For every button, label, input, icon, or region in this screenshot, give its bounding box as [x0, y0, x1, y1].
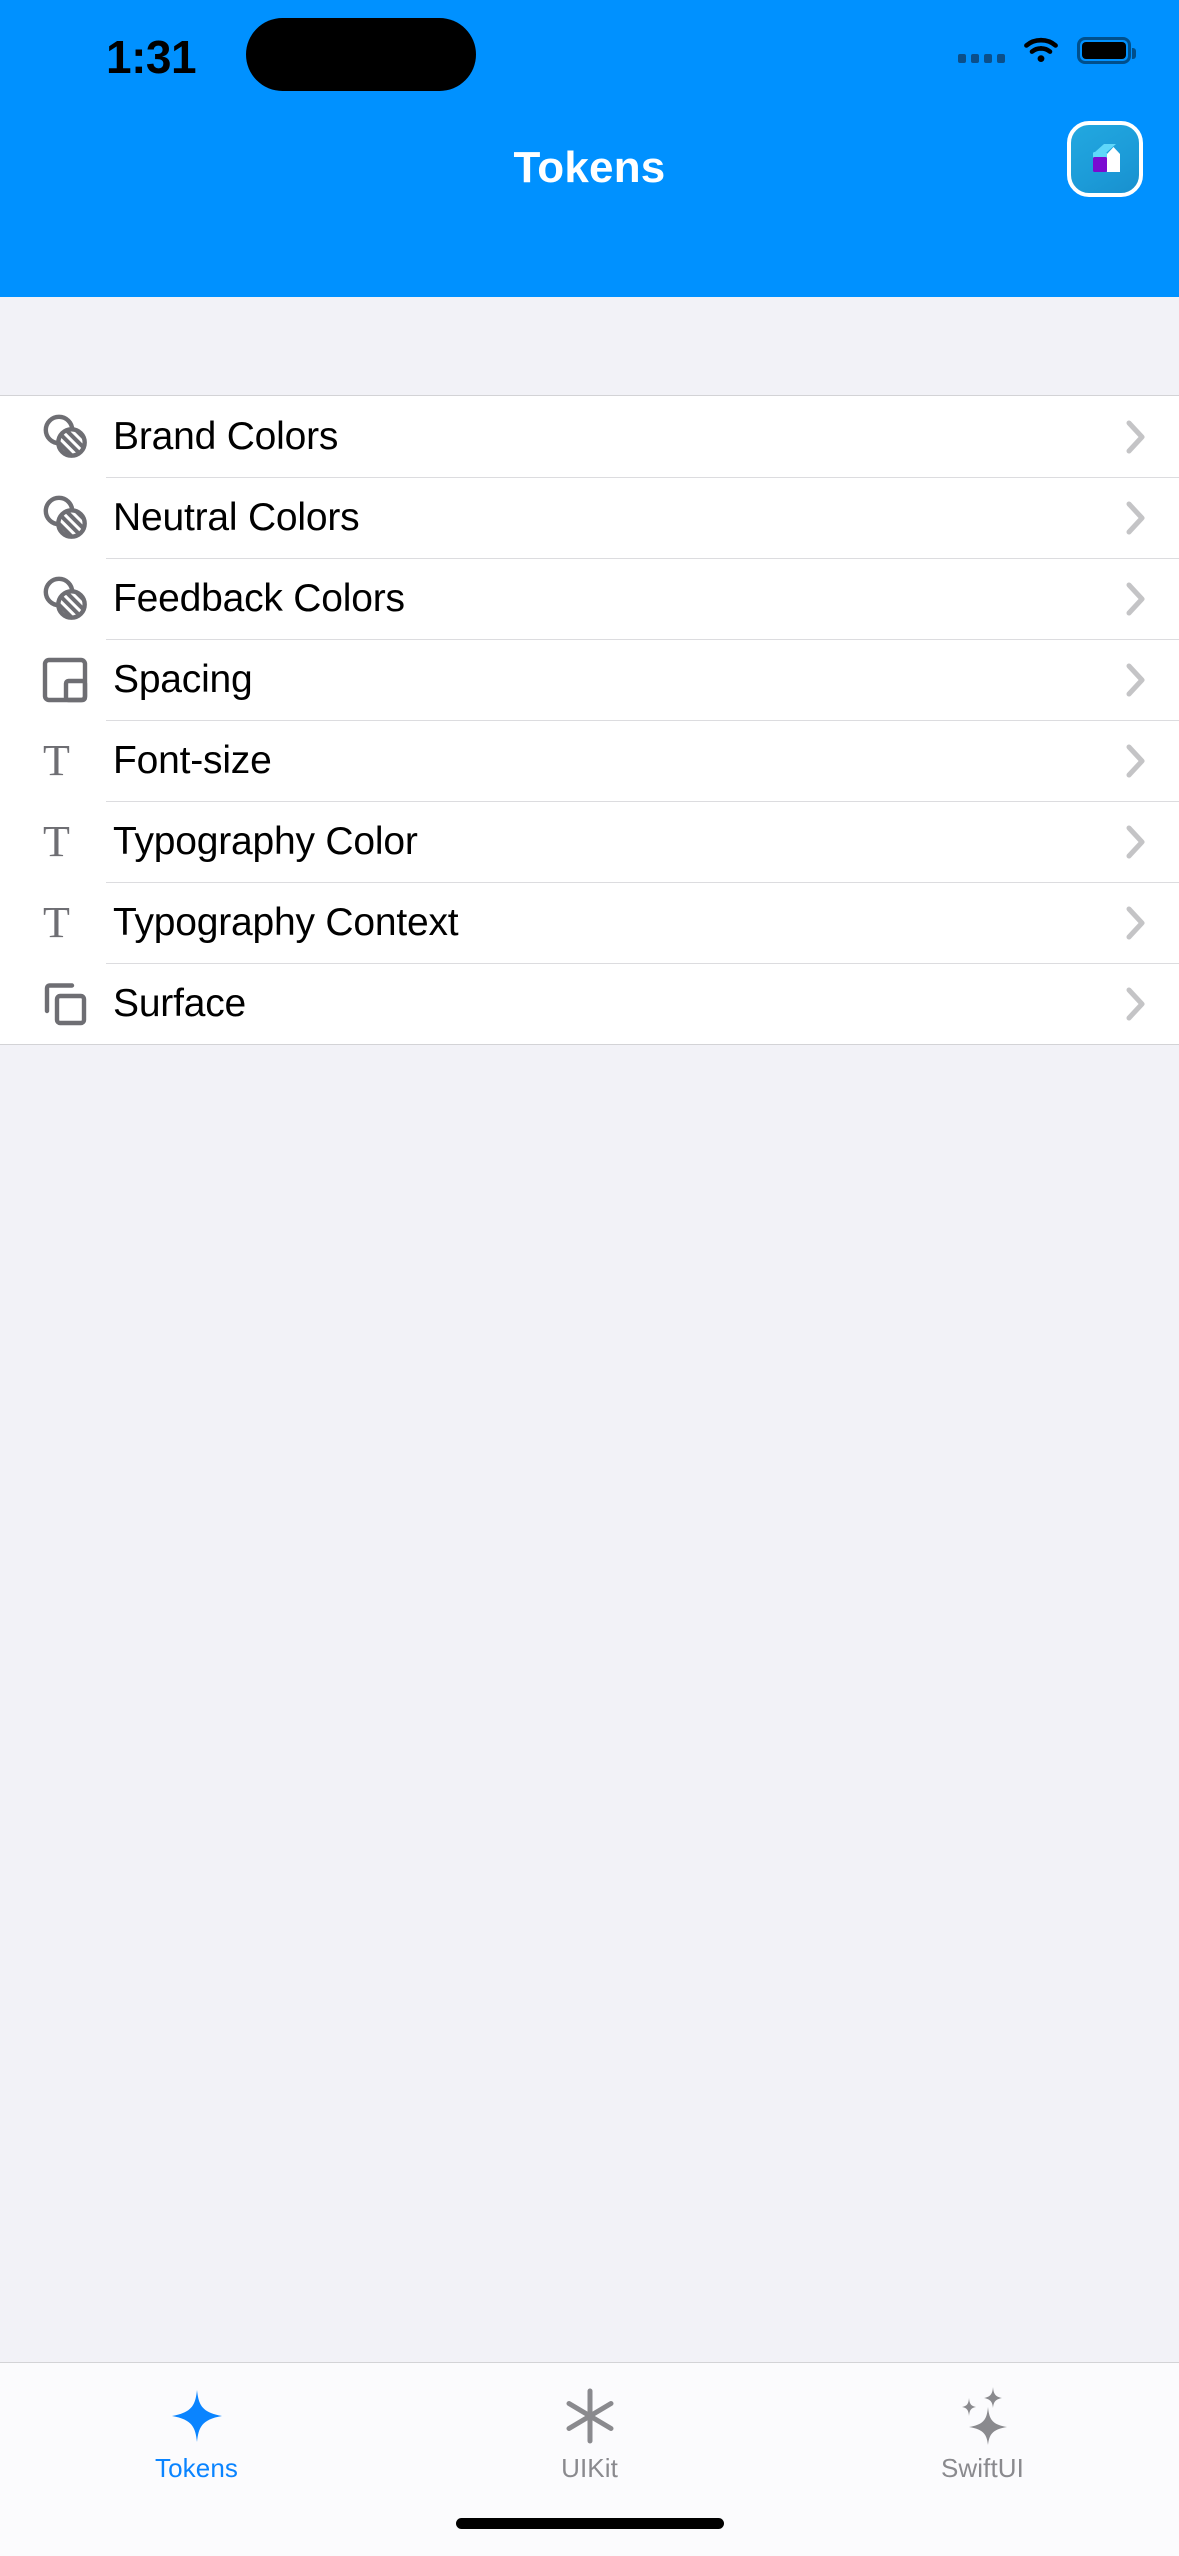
list-item[interactable]: T Typography Context [0, 882, 1179, 963]
home-indicator[interactable] [455, 2518, 724, 2529]
chevron-right-icon [1125, 905, 1147, 941]
chevron-right-icon [1125, 824, 1147, 860]
list-item-label: Spacing [113, 657, 253, 701]
list-item[interactable]: Spacing [0, 639, 1179, 720]
list-item[interactable]: T Typography Color [0, 801, 1179, 882]
square-inset-icon [40, 655, 106, 705]
square-on-square-icon [40, 979, 106, 1029]
list-item-label: Feedback Colors [113, 576, 405, 620]
overlapping-circles-icon [40, 492, 106, 544]
list-item[interactable]: Neutral Colors [0, 477, 1179, 558]
list-item-label: Brand Colors [113, 414, 339, 458]
tab-label: UIKit [561, 2453, 618, 2483]
list-item-label: Font-size [113, 738, 272, 782]
dynamic-island [246, 18, 476, 91]
token-list: Brand Colors Neutral Colors Feedback Col… [0, 395, 1179, 1045]
tab-label: Tokens [155, 2453, 238, 2483]
asterisk-icon [560, 2385, 620, 2447]
status-bar: 1:31 [0, 0, 1179, 118]
navigation-header: 1:31 Tokens [0, 0, 1179, 297]
content-area: Brand Colors Neutral Colors Feedback Col… [0, 297, 1179, 2362]
list-top-spacer [0, 297, 1179, 395]
chevron-right-icon [1125, 581, 1147, 617]
sparkles-icon [952, 2385, 1014, 2447]
sparkle-icon [167, 2385, 227, 2447]
textformat-t-icon: T [43, 735, 70, 785]
tab-uikit[interactable]: UIKit [393, 2363, 786, 2484]
chevron-right-icon [1125, 743, 1147, 779]
chevron-right-icon [1125, 419, 1147, 455]
app-logo-icon[interactable] [1067, 121, 1143, 197]
chevron-right-icon [1125, 662, 1147, 698]
wifi-icon [1022, 36, 1060, 64]
battery-full-icon [1077, 36, 1136, 64]
tab-tokens[interactable]: Tokens [0, 2363, 393, 2484]
list-item[interactable]: Surface [0, 963, 1179, 1044]
status-bar-indicators [958, 36, 1136, 64]
overlapping-circles-icon [40, 573, 106, 625]
list-item-label: Typography Context [113, 900, 459, 944]
list-item[interactable]: Feedback Colors [0, 558, 1179, 639]
list-item-label: Typography Color [113, 819, 418, 863]
list-item-label: Surface [113, 981, 247, 1025]
list-item-label: Neutral Colors [113, 495, 360, 539]
textformat-t-icon: T [43, 816, 70, 866]
chevron-right-icon [1125, 986, 1147, 1022]
tab-label: SwiftUI [940, 2453, 1025, 2483]
list-item[interactable]: T Font-size [0, 720, 1179, 801]
app-screen: 1:31 Tokens Brand Colors Neutral Colors … [0, 0, 1179, 2556]
status-bar-time: 1:31 [106, 31, 197, 83]
tab-swiftui[interactable]: SwiftUI [786, 2363, 1179, 2484]
list-item[interactable]: Brand Colors [0, 396, 1179, 477]
chevron-right-icon [1125, 500, 1147, 536]
overlapping-circles-icon [40, 411, 106, 463]
page-title: Tokens [513, 143, 666, 192]
textformat-t-icon: T [43, 897, 70, 947]
cellular-bars-icon [958, 37, 1005, 63]
navigation-bar: Tokens [0, 118, 1179, 218]
